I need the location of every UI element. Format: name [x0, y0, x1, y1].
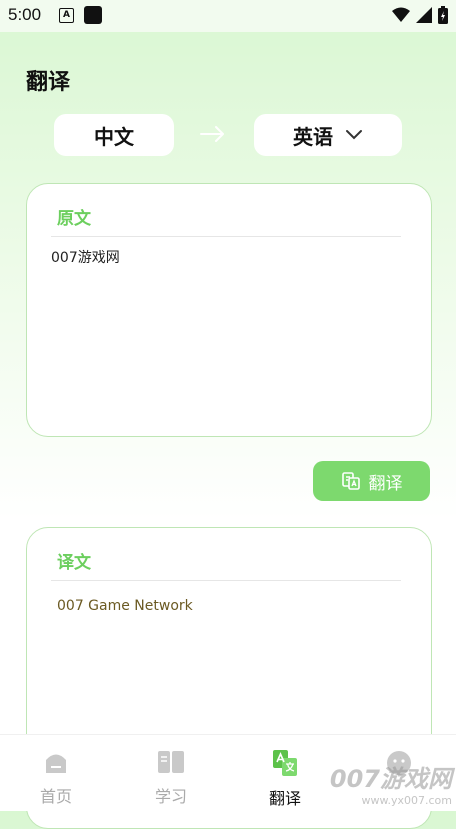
source-language-label: 中文 [94, 124, 134, 149]
watermark-main: 007游戏网 [329, 765, 452, 793]
source-language-selector[interactable]: 中文 [54, 114, 174, 156]
bottom-nav: 首页 学习 翻译 007游戏网 www.yx007.com [0, 734, 456, 811]
arrow-right-icon[interactable] [200, 124, 226, 144]
chevron-down-icon [346, 130, 362, 140]
divider [51, 236, 401, 237]
nav-item-home[interactable]: 首页 [16, 749, 96, 807]
translate-doc-icon [341, 472, 360, 490]
target-language-label: 英语 [293, 124, 333, 149]
nav-item-study[interactable]: 学习 [131, 749, 211, 807]
source-text-card[interactable]: 原文 007游戏网 [26, 183, 432, 437]
translate-button[interactable]: 翻译 [313, 461, 430, 501]
nav-label-home: 首页 [39, 787, 72, 806]
signal-icon [416, 7, 432, 23]
nav-item-translate[interactable]: 翻译 [245, 749, 325, 809]
watermark: 007游戏网 www.yx007.com [330, 759, 452, 807]
translate-button-label: 翻译 [368, 473, 403, 494]
nav-label-translate: 翻译 [268, 789, 301, 808]
nav-label-study: 学习 [154, 787, 187, 806]
divider [51, 580, 401, 581]
home-icon [46, 754, 66, 773]
status-time: 5:00 [8, 5, 42, 24]
result-card-label: 译文 [57, 553, 91, 573]
result-text: 007 Game Network [57, 598, 193, 614]
source-text-input[interactable]: 007游戏网 [51, 247, 120, 267]
source-card-label: 原文 [57, 209, 91, 229]
notification-square-icon [84, 6, 102, 24]
book-icon [158, 751, 184, 773]
battery-icon [438, 6, 448, 24]
status-bar: 5:00 A [0, 0, 456, 32]
target-language-selector[interactable]: 英语 [254, 114, 402, 156]
watermark-url: www.yx007.com [361, 794, 452, 807]
page-title: 翻译 [26, 70, 71, 95]
translate-icon [273, 750, 297, 776]
wifi-icon [392, 7, 410, 22]
status-right-icons [392, 6, 448, 24]
a-notification-icon: A [59, 8, 74, 23]
